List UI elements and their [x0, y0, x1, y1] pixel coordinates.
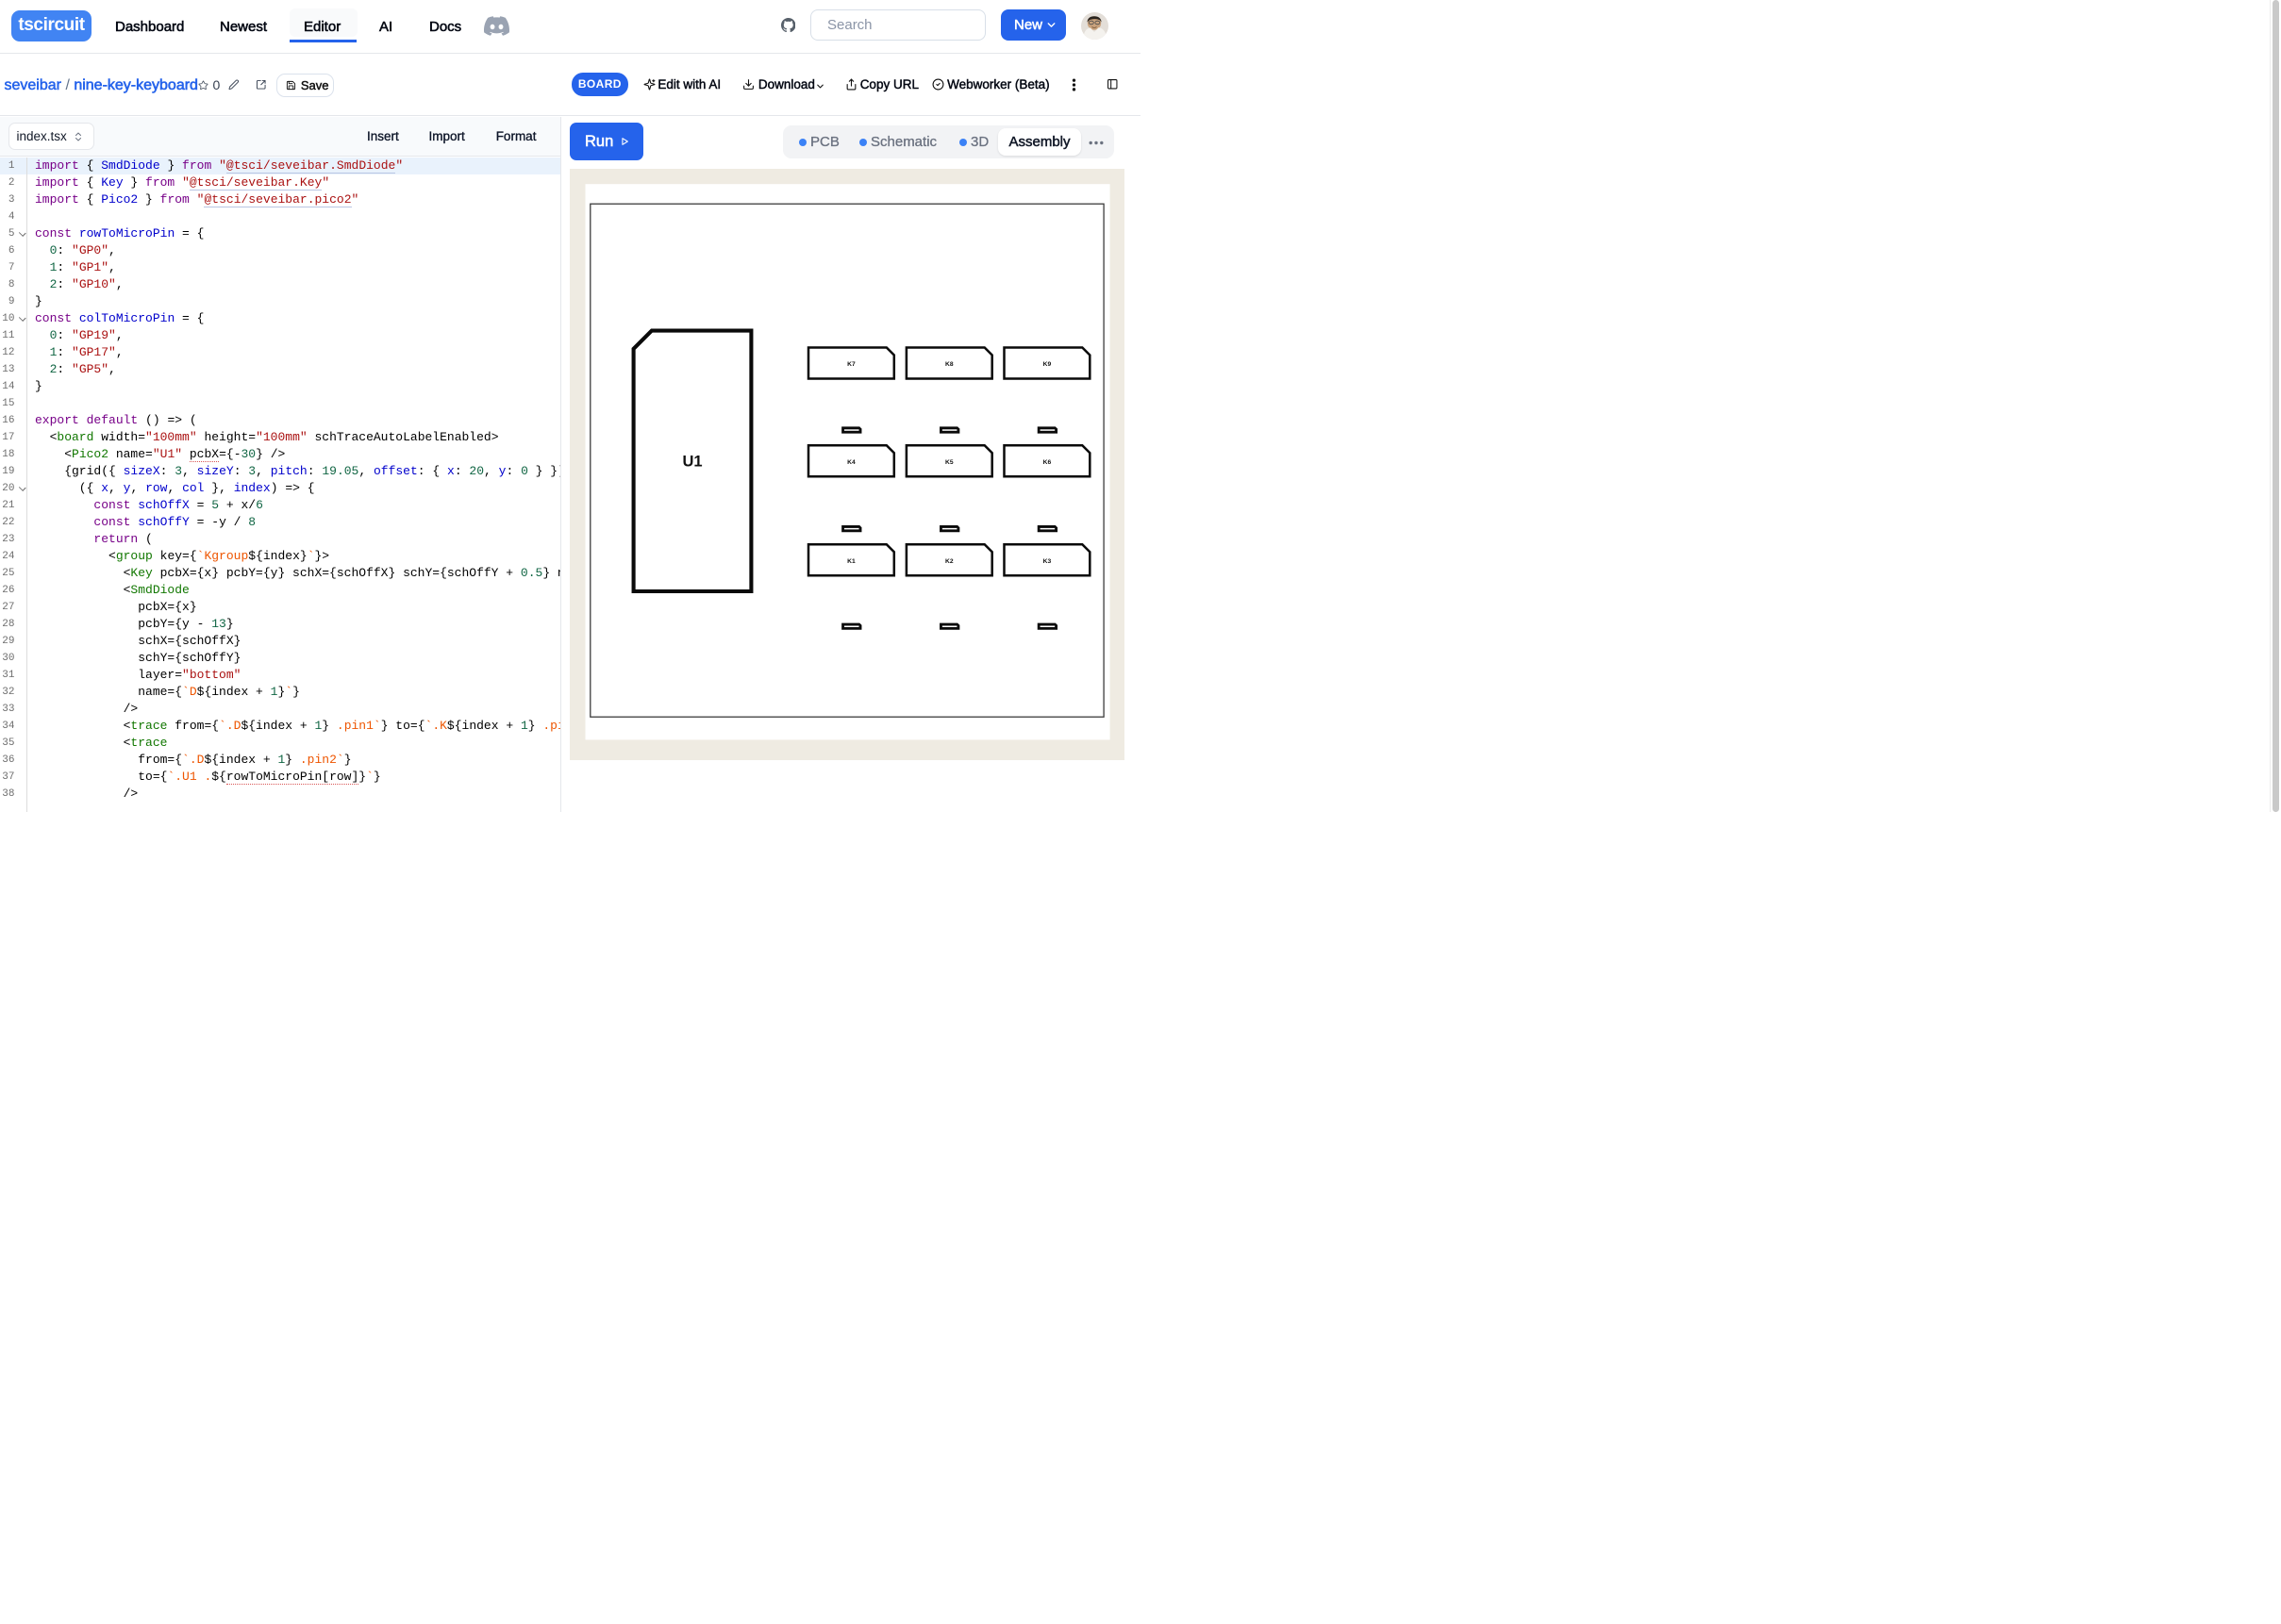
svg-text:K2: K2: [945, 558, 954, 565]
svg-text:U1: U1: [682, 454, 702, 471]
svg-text:K3: K3: [1043, 558, 1052, 565]
svg-text:K6: K6: [1043, 459, 1052, 466]
svg-text:K4: K4: [847, 459, 856, 466]
svg-text:K5: K5: [945, 459, 954, 466]
svg-text:K8: K8: [945, 361, 954, 368]
svg-text:K9: K9: [1043, 361, 1052, 368]
svg-text:K7: K7: [847, 361, 856, 368]
svg-text:K1: K1: [847, 558, 856, 565]
